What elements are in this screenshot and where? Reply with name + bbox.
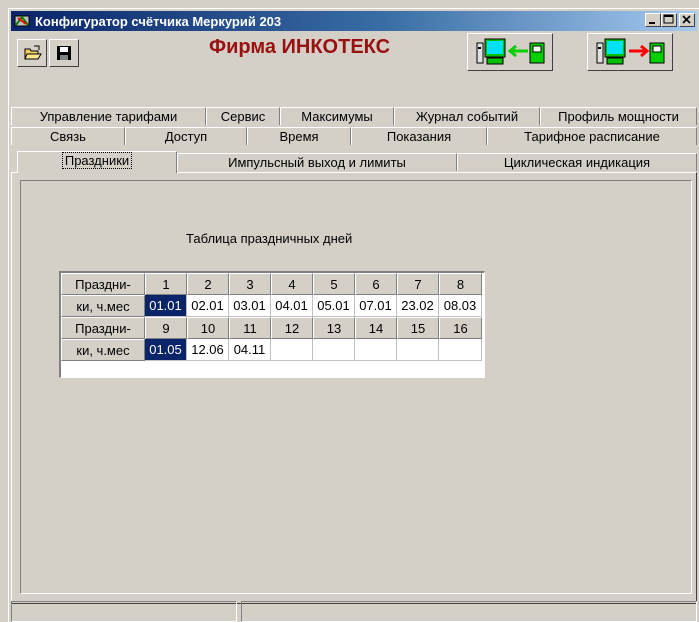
open-file-button[interactable] [17, 39, 47, 67]
status-bar [11, 601, 697, 622]
holiday-date-cell[interactable]: 04.01 [271, 295, 313, 317]
holiday-date-cell[interactable] [313, 339, 355, 361]
grid-number-cell: 16 [439, 317, 482, 339]
grid-number-cell: 4 [271, 273, 313, 295]
grid-number-cell: 15 [397, 317, 439, 339]
grid-number-cell: 11 [229, 317, 271, 339]
grid-number-cell: 12 [271, 317, 313, 339]
tab-access[interactable]: Доступ [125, 127, 247, 145]
grid-number-cell: 13 [313, 317, 355, 339]
grid-number-cell: 2 [187, 273, 229, 295]
grid-number-cell: 6 [355, 273, 397, 295]
holiday-date-cell[interactable]: 01.05 [145, 339, 187, 361]
holiday-date-cell[interactable]: 12.06 [187, 339, 229, 361]
tab-tariff-schedule[interactable]: Тарифное расписание [487, 127, 697, 145]
holiday-date-cell[interactable] [397, 339, 439, 361]
holidays-group: Таблица праздничных дней Праздни- 1 2 3 … [20, 180, 692, 594]
maximize-icon [663, 14, 674, 24]
close-icon [682, 15, 691, 24]
tab-event-log[interactable]: Журнал событий [394, 107, 540, 125]
holiday-date-cell[interactable]: 23.02 [397, 295, 439, 317]
save-file-button[interactable] [49, 39, 79, 67]
holiday-date-cell[interactable]: 02.01 [187, 295, 229, 317]
tab-power-profile[interactable]: Профиль мощности [540, 107, 697, 125]
tab-pulse-output[interactable]: Импульсный выход и лимиты [177, 153, 457, 171]
close-button[interactable] [679, 13, 695, 27]
grid-number-cell: 1 [145, 273, 187, 295]
status-panel-right [241, 601, 697, 622]
holiday-date-cell[interactable] [439, 339, 482, 361]
tab-maximums[interactable]: Максимумы [280, 107, 394, 125]
app-icon [14, 15, 30, 27]
tab-cyclic-display[interactable]: Циклическая индикация [457, 153, 697, 171]
grid-label-top: Праздни- [61, 317, 145, 339]
window-title: Конфигуратор счётчика Меркурий 203 [35, 14, 282, 29]
tab-readings[interactable]: Показания [351, 127, 487, 145]
holiday-date-cell[interactable]: 01.01 [145, 295, 187, 317]
grid-number-cell: 7 [397, 273, 439, 295]
holiday-date-cell[interactable] [271, 339, 313, 361]
tab-time[interactable]: Время [247, 127, 351, 145]
main-window: Конфигуратор счётчика Меркурий 203 Фирма… [8, 8, 699, 622]
holiday-date-cell[interactable]: 05.01 [313, 295, 355, 317]
minimize-button[interactable] [645, 13, 661, 27]
minimize-icon [649, 22, 655, 24]
holiday-date-cell[interactable]: 03.01 [229, 295, 271, 317]
holiday-date-cell[interactable]: 08.03 [439, 295, 482, 317]
tab-holidays[interactable]: Праздники [17, 151, 177, 173]
holiday-date-cell[interactable]: 07.01 [355, 295, 397, 317]
tab-connection[interactable]: Связь [11, 127, 125, 145]
grid-label-bottom: ки, ч.мес [61, 295, 145, 317]
grid-number-cell: 10 [187, 317, 229, 339]
grid-label-bottom: ки, ч.мес [61, 339, 145, 361]
maximize-button[interactable] [661, 13, 677, 27]
folder-open-icon [24, 45, 42, 60]
holiday-date-cell[interactable]: 04.11 [229, 339, 271, 361]
tab-holidays-label: Праздники [61, 152, 133, 169]
title-bar[interactable]: Конфигуратор счётчика Меркурий 203 [11, 11, 697, 31]
tab-service[interactable]: Сервис [206, 107, 280, 125]
grid-number-cell: 8 [439, 273, 482, 295]
grid-number-cell: 5 [313, 273, 355, 295]
meter-to-pc-arrow-icon [476, 38, 545, 65]
grid-number-cell: 3 [229, 273, 271, 295]
write-to-meter-button[interactable] [587, 33, 673, 71]
grid-number-cell: 9 [145, 317, 187, 339]
floppy-disk-icon [57, 46, 71, 60]
holiday-grid[interactable]: Праздни- 1 2 3 4 5 6 7 8 ки, ч.мес 01.01… [59, 271, 485, 378]
firm-label: Фирма ИНКОТЕКС [209, 36, 391, 58]
tab-tariff-control[interactable]: Управление тарифами [11, 107, 206, 125]
status-panel-left [11, 601, 237, 622]
grid-number-cell: 14 [355, 317, 397, 339]
table-title: Таблица праздничных дней [186, 231, 353, 246]
holidays-panel: Таблица праздничных дней Праздни- 1 2 3 … [11, 172, 697, 604]
read-from-meter-button[interactable] [467, 33, 553, 71]
pc-to-meter-arrow-icon [596, 38, 665, 65]
grid-label-top: Праздни- [61, 273, 145, 295]
holiday-date-cell[interactable] [355, 339, 397, 361]
